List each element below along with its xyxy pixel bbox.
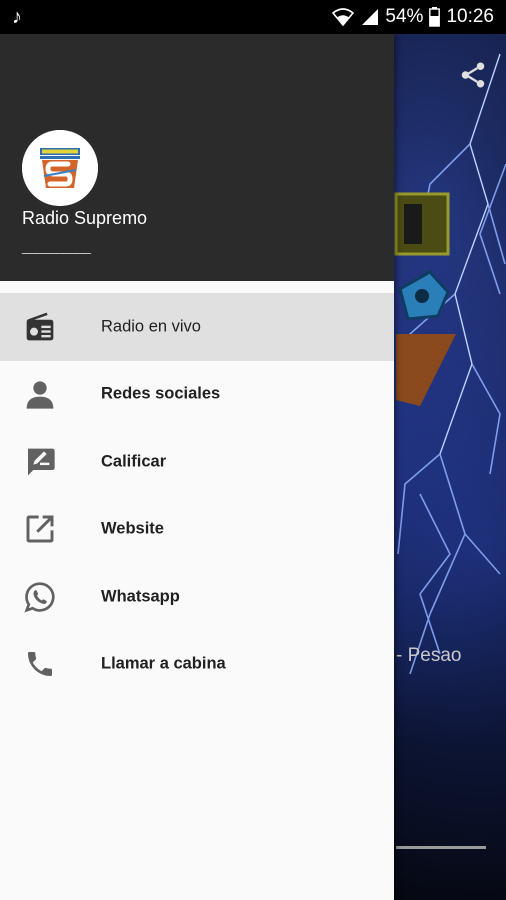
rate-review-icon xyxy=(28,448,55,476)
menu-item-calificar[interactable]: Calificar xyxy=(0,428,394,496)
menu-item-label: Radio en vivo xyxy=(101,317,201,336)
menu-item-label: Calificar xyxy=(101,452,167,471)
navigation-drawer: Radio Supremo __________ Radio en vivo R… xyxy=(0,34,394,900)
signal-icon xyxy=(362,9,379,25)
clock: 10:26 xyxy=(446,6,494,27)
person-icon xyxy=(26,381,54,409)
menu-item-label: Llamar a cabina xyxy=(101,654,226,673)
menu-item-label: Redes sociales xyxy=(101,384,221,403)
menu-item-radio-en-vivo[interactable]: Radio en vivo xyxy=(0,293,394,361)
open-in-new-icon xyxy=(26,515,54,543)
wifi-icon xyxy=(332,8,355,27)
radio-icon xyxy=(26,312,54,341)
station-logo xyxy=(22,130,98,206)
station-name: Radio Supremo xyxy=(22,208,148,228)
drawer-header: Radio Supremo __________ xyxy=(0,34,394,281)
menu-item-whatsapp[interactable]: Whatsapp xyxy=(0,563,394,631)
whatsapp-icon xyxy=(24,582,55,613)
playback-progress xyxy=(396,846,486,849)
music-note-icon: ♪ xyxy=(12,6,22,28)
menu-item-label: Whatsapp xyxy=(101,587,180,606)
drawer-menu: Radio en vivo Redes sociales Calificar W… xyxy=(0,293,394,698)
battery-percent: 54% xyxy=(385,6,424,27)
menu-item-label: Website xyxy=(101,519,164,538)
share-icon[interactable] xyxy=(458,60,488,90)
station-subtitle: __________ xyxy=(22,238,91,254)
status-bar: ♪ 54% 10:26 xyxy=(0,0,506,34)
now-playing-text: - Pesao xyxy=(396,645,462,666)
menu-item-website[interactable]: Website xyxy=(0,496,394,564)
status-bar-right: 54% 10:26 xyxy=(331,4,494,30)
radio-supremo-logo-icon xyxy=(22,130,98,206)
battery-icon xyxy=(429,7,441,27)
phone-icon xyxy=(28,652,52,677)
menu-item-llamar-a-cabina[interactable]: Llamar a cabina xyxy=(0,631,394,699)
menu-item-redes-sociales[interactable]: Redes sociales xyxy=(0,361,394,429)
